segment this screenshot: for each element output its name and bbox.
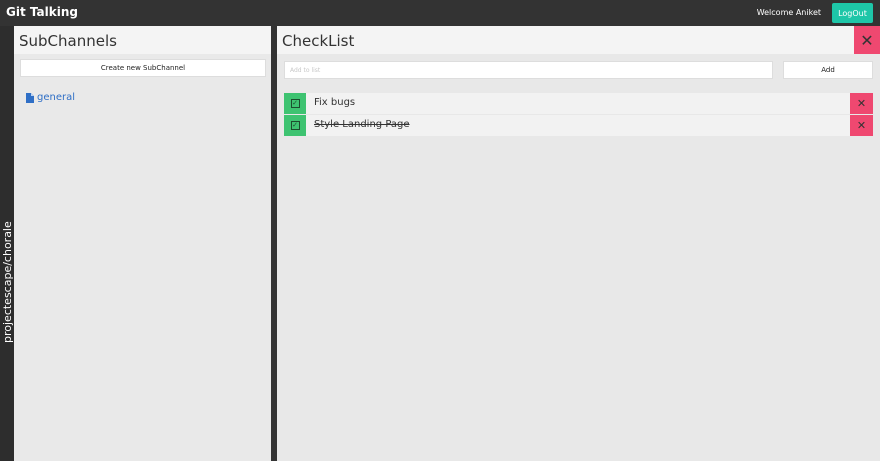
repo-name[interactable]: projectescape/chorale [1,221,14,343]
app-brand[interactable]: Git Talking [6,5,78,19]
subchannels-panel: SubChannels Create new SubChannel genera… [14,26,271,461]
logout-button[interactable]: LogOut [832,3,873,23]
checkbox-icon: ✓ [290,99,300,108]
checklist-item-text: Fix bugs [314,97,356,108]
close-icon: ✕ [856,97,867,110]
delete-item-button[interactable]: ✕ [850,93,873,114]
delete-item-button[interactable]: ✕ [850,115,873,136]
toggle-done-button[interactable]: ✓ [284,115,306,136]
welcome-text: Welcome Aniket [756,8,821,17]
close-icon: ✕ [860,30,874,50]
checklist-title: CheckList [282,32,355,50]
top-navbar: Git Talking Welcome Aniket LogOut [0,0,880,26]
subchannel-label: general [37,92,76,103]
repo-rail: projectescape/chorale [0,26,14,461]
checkbox-icon: ✓ [290,121,300,130]
add-to-list-input[interactable] [284,61,773,79]
toggle-done-button[interactable]: ✓ [284,93,306,114]
checklist-header: CheckList ✕ [277,26,880,54]
create-subchannel-button[interactable]: Create new SubChannel [20,59,266,77]
file-icon [26,92,34,103]
subchannels-title: SubChannels [19,32,117,50]
close-checklist-button[interactable]: ✕ [854,26,880,54]
close-icon: ✕ [856,119,867,132]
checklist-panel: CheckList ✕ Add ✓ Fix bugs ✕ ✓ Style Lan… [277,26,880,461]
subchannel-item-general[interactable]: general [26,92,75,103]
checklist-item-text: Style Landing Page [314,119,410,130]
checklist-item: ✓ Fix bugs ✕ [284,93,873,114]
add-button[interactable]: Add [783,61,873,79]
checklist-item: ✓ Style Landing Page ✕ [284,115,873,136]
subchannels-header: SubChannels [14,26,271,54]
